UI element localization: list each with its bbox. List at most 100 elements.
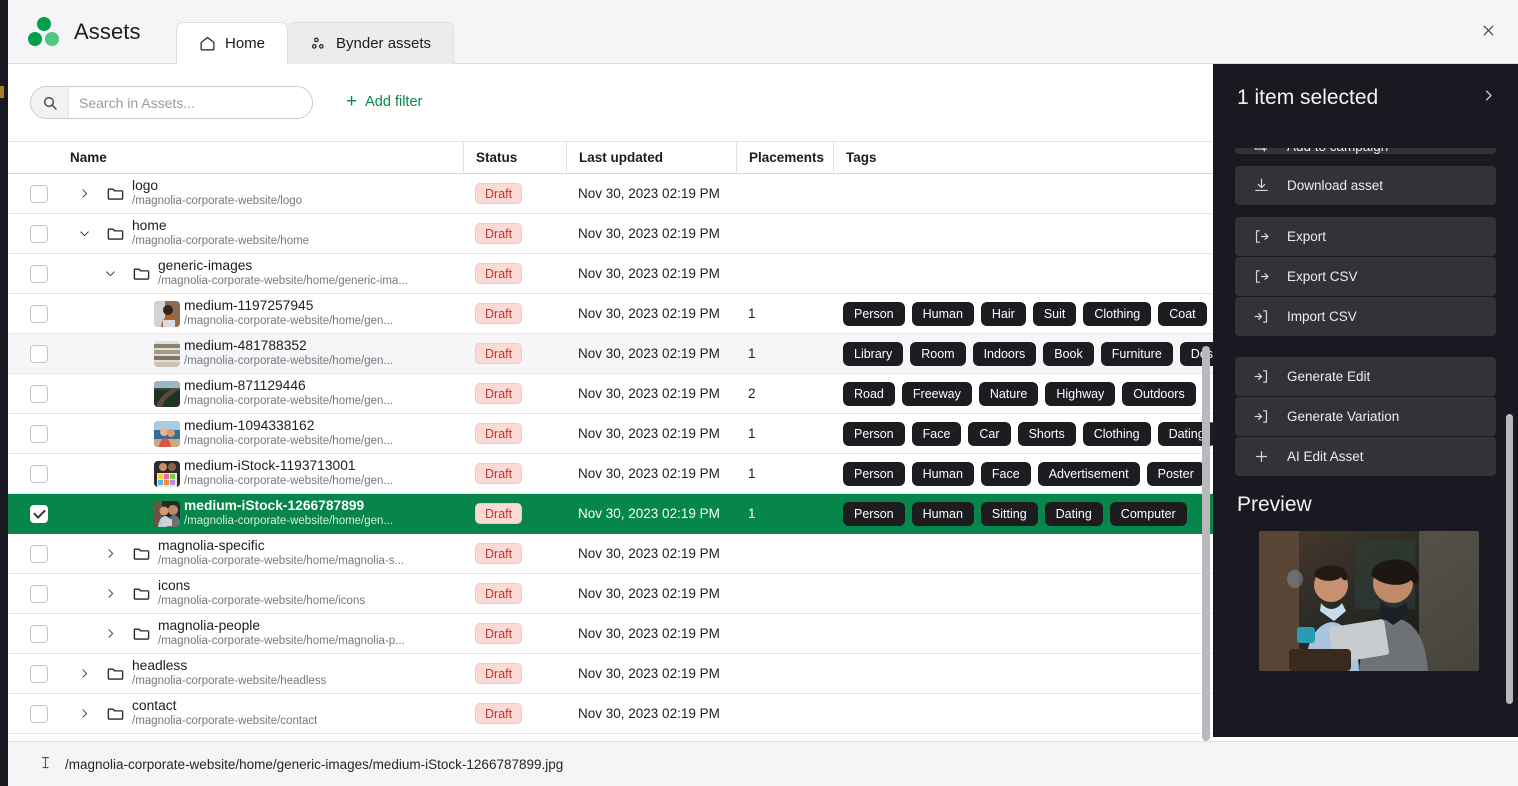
- table-row[interactable]: medium-871129446/magnolia-corporate-webs…: [8, 374, 1214, 414]
- row-checkbox[interactable]: [30, 424, 48, 443]
- tag-chip[interactable]: Face: [980, 461, 1031, 486]
- action-generate-edit-button[interactable]: Generate Edit: [1235, 357, 1496, 396]
- table-row[interactable]: magnolia-specific/magnolia-corporate-web…: [8, 534, 1214, 574]
- tag-chip[interactable]: Person: [843, 301, 905, 326]
- row-path: /magnolia-corporate-website/home/magnoli…: [158, 555, 405, 567]
- tag-chip[interactable]: Human: [911, 501, 974, 526]
- tag-chip[interactable]: Car: [968, 421, 1011, 446]
- table-row[interactable]: medium-iStock-1193713001/magnolia-corpor…: [8, 454, 1214, 494]
- tag-chip[interactable]: Road: [843, 381, 895, 406]
- tag-chip[interactable]: Suit: [1032, 301, 1077, 326]
- chevron-right-icon[interactable]: [96, 627, 124, 640]
- row-name: medium-481788352: [184, 338, 307, 353]
- preview-thumbnail-graphic: [1259, 531, 1479, 671]
- tag-chip[interactable]: Sitting: [980, 501, 1038, 526]
- search-input[interactable]: [69, 87, 312, 118]
- row-checkbox[interactable]: [30, 584, 48, 603]
- row-checkbox[interactable]: [30, 304, 48, 323]
- add-filter-button[interactable]: + Add filter: [346, 92, 422, 111]
- row-name-text: medium-iStock-1266787899/magnolia-corpor…: [184, 498, 393, 529]
- home-icon: [199, 35, 216, 52]
- row-checkbox[interactable]: [30, 624, 48, 643]
- table-row[interactable]: generic-images/magnolia-corporate-websit…: [8, 254, 1214, 294]
- row-checkbox[interactable]: [30, 544, 48, 563]
- action-export-button[interactable]: Export: [1235, 217, 1496, 256]
- chevron-down-icon[interactable]: [96, 267, 124, 280]
- table-row[interactable]: medium-1197257945/magnolia-corporate-web…: [8, 294, 1214, 334]
- column-header-tags[interactable]: Tags: [833, 141, 1214, 174]
- table-row[interactable]: medium-481788352/magnolia-corporate-webs…: [8, 334, 1214, 374]
- tag-chip[interactable]: Person: [843, 501, 905, 526]
- tag-chip[interactable]: Book: [1043, 341, 1094, 366]
- tag-chip[interactable]: Shorts: [1017, 421, 1076, 446]
- row-checkbox[interactable]: [30, 704, 48, 723]
- row-checkbox[interactable]: [30, 504, 48, 523]
- chevron-right-icon[interactable]: [1481, 88, 1496, 108]
- table-row[interactable]: icons/magnolia-corporate-website/home/ic…: [8, 574, 1214, 614]
- chevron-right-icon[interactable]: [70, 187, 98, 200]
- table-row[interactable]: logo/magnolia-corporate-website/logo Draf…: [8, 174, 1214, 214]
- tag-chip[interactable]: Human: [911, 301, 974, 326]
- table-row[interactable]: home/magnolia-corporate-website/home Draf…: [8, 214, 1214, 254]
- table-row[interactable]: magnolia-people/magnolia-corporate-websi…: [8, 614, 1214, 654]
- tab-bynder-assets[interactable]: Bynder assets: [287, 22, 455, 64]
- row-checkbox[interactable]: [30, 184, 48, 203]
- action-generate-variation-button[interactable]: Generate Variation: [1235, 397, 1496, 436]
- row-checkbox[interactable]: [30, 464, 48, 483]
- action-group: Export Export CSV Import CSV: [1213, 217, 1518, 336]
- tag-chip[interactable]: Coat: [1158, 301, 1207, 326]
- tag-chip[interactable]: Face: [911, 421, 962, 446]
- selection-panel-scroll: Add to campaignDownload assetExportExpor…: [1213, 132, 1518, 737]
- table-row[interactable]: contact/magnolia-corporate-website/conta…: [8, 694, 1214, 734]
- action-export-csv-button[interactable]: Export CSV: [1235, 257, 1496, 296]
- tag-chip[interactable]: Highway: [1045, 381, 1116, 406]
- tag-chip[interactable]: Poster: [1146, 461, 1205, 486]
- row-checkbox[interactable]: [30, 344, 48, 363]
- tag-chip[interactable]: Outdoors: [1122, 381, 1196, 406]
- tag-chip[interactable]: Person: [843, 461, 905, 486]
- action-download-asset-button[interactable]: Download asset: [1235, 166, 1496, 205]
- row-indent-spacer: [70, 614, 96, 654]
- column-header-name[interactable]: Name: [8, 141, 463, 174]
- tag-chip[interactable]: Computer: [1109, 501, 1187, 526]
- chevron-right-icon[interactable]: [70, 667, 98, 680]
- table-scrollbar-thumb[interactable]: [1202, 346, 1210, 741]
- action-import-csv-button[interactable]: Import CSV: [1235, 297, 1496, 336]
- import-icon: [1235, 408, 1287, 425]
- tag-chip[interactable]: Hair: [980, 301, 1026, 326]
- tag-chip[interactable]: Human: [911, 461, 974, 486]
- tag-chip[interactable]: Furniture: [1100, 341, 1173, 366]
- row-checkbox[interactable]: [30, 384, 48, 403]
- close-icon[interactable]: [1472, 14, 1504, 46]
- chevron-right-icon[interactable]: [70, 707, 98, 720]
- tag-chip[interactable]: Clothing: [1083, 301, 1152, 326]
- chevron-right-icon[interactable]: [96, 587, 124, 600]
- tag-chip[interactable]: Person: [843, 421, 905, 446]
- column-header-last-updated[interactable]: Last updated: [566, 141, 736, 174]
- chevron-right-icon[interactable]: [96, 547, 124, 560]
- tag-chip[interactable]: Nature: [978, 381, 1039, 406]
- column-header-status[interactable]: Status: [463, 141, 566, 174]
- row-name: magnolia-people: [158, 618, 261, 633]
- tag-chip[interactable]: Library: [843, 341, 904, 366]
- row-checkbox[interactable]: [30, 264, 48, 283]
- table-row[interactable]: medium-iStock-1266787899/magnolia-corpor…: [8, 494, 1214, 534]
- chevron-down-icon[interactable]: [70, 227, 98, 240]
- tag-chip[interactable]: Room: [910, 341, 966, 366]
- row-checkbox[interactable]: [30, 224, 48, 243]
- table-row[interactable]: medium-1094338162/magnolia-corporate-web…: [8, 414, 1214, 454]
- tag-chip[interactable]: Dating: [1044, 501, 1103, 526]
- row-last-updated: Nov 30, 2023 02:19 PM: [578, 506, 720, 521]
- search-box[interactable]: [30, 86, 313, 119]
- tag-chip[interactable]: Freeway: [901, 381, 972, 406]
- tab-home[interactable]: Home: [176, 22, 289, 65]
- row-tags-cell: LibraryRoomIndoorsBookFurnitureDesk: [833, 334, 1214, 374]
- tag-chip[interactable]: Clothing: [1082, 421, 1151, 446]
- table-row[interactable]: headless/magnolia-corporate-website/head…: [8, 654, 1214, 694]
- row-checkbox[interactable]: [30, 664, 48, 683]
- tag-chip[interactable]: Advertisement: [1037, 461, 1140, 486]
- panel-scrollbar-thumb[interactable]: [1506, 414, 1513, 704]
- column-header-placements[interactable]: Placements: [736, 141, 833, 174]
- tag-chip[interactable]: Indoors: [972, 341, 1037, 366]
- action-ai-edit-asset-button[interactable]: AI Edit Asset: [1235, 437, 1496, 476]
